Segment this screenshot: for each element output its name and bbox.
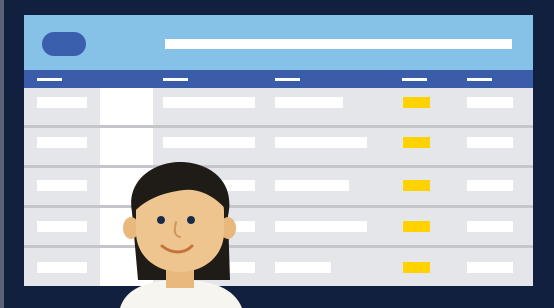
eye-right [187, 216, 195, 224]
table-row[interactable] [24, 88, 533, 128]
table-cell [275, 221, 367, 232]
column-header-2[interactable] [163, 78, 188, 81]
monitor-screen [24, 15, 533, 286]
eye-left [157, 216, 165, 224]
status-flag [403, 137, 430, 148]
table-cell [467, 262, 513, 273]
column-header-3[interactable] [275, 78, 300, 81]
table-row[interactable] [24, 128, 533, 168]
app-topbar [24, 15, 533, 70]
search-bar[interactable] [165, 39, 512, 49]
table-cell [37, 137, 87, 148]
logo-pill-button[interactable] [42, 32, 86, 56]
column-header-5[interactable] [467, 78, 492, 81]
column-header-4[interactable] [402, 78, 427, 81]
status-flag [403, 180, 430, 191]
table-cell [37, 180, 87, 191]
table-header [24, 70, 533, 88]
table-row[interactable] [24, 248, 533, 286]
table-cell [37, 221, 87, 232]
column-header-1[interactable] [37, 78, 62, 81]
table-cell [467, 221, 513, 232]
table-row[interactable] [24, 208, 533, 248]
person-illustration [120, 162, 242, 308]
status-flag [403, 221, 430, 232]
table-cell [467, 137, 513, 148]
status-flag [403, 262, 430, 273]
table-cell [275, 180, 349, 191]
table-cell [275, 262, 331, 273]
table-cell [467, 97, 513, 108]
table-cell [275, 97, 343, 108]
monitor-bezel-edge [0, 0, 4, 308]
table-cell [37, 97, 87, 108]
table-cell [275, 137, 367, 148]
table-cell [467, 180, 513, 191]
status-flag [403, 97, 430, 108]
table-cell [163, 97, 255, 108]
table-row[interactable] [24, 168, 533, 208]
table-cell [37, 262, 87, 273]
table-cell [163, 137, 255, 148]
